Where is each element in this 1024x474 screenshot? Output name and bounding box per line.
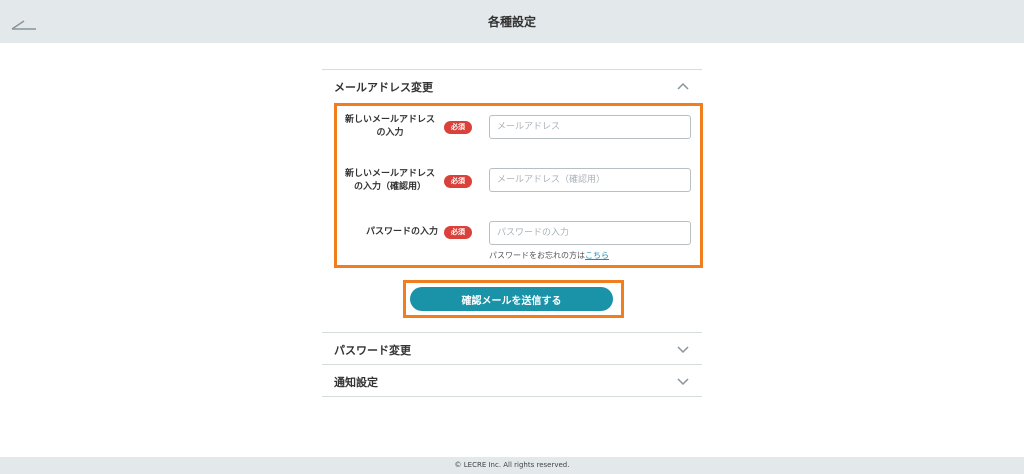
section-password-title: パスワード変更 [334, 344, 411, 357]
confirm-email-input[interactable] [489, 168, 691, 192]
chevron-down-icon [677, 346, 689, 354]
copyright-text: © LECRE Inc. All rights reserved. [454, 461, 570, 469]
chevron-up-icon [677, 82, 689, 90]
section-notification-settings[interactable]: 通知設定 [322, 364, 702, 396]
required-badge: 必須 [444, 175, 472, 188]
top-header: 各種設定 [0, 0, 1024, 43]
forgot-password-text: パスワードをお忘れの方はこちら [489, 250, 609, 261]
password-input[interactable] [489, 221, 691, 245]
divider [322, 396, 702, 397]
chevron-down-icon [677, 378, 689, 386]
field-label-password: パスワードの入力 [365, 227, 438, 237]
section-email-change[interactable]: メールアドレス変更 [322, 69, 702, 101]
forgot-password-link[interactable]: こちら [585, 251, 609, 260]
required-badge: 必須 [444, 121, 472, 134]
section-email-title: メールアドレス変更 [334, 81, 433, 94]
send-confirmation-button[interactable]: 確認メールを送信する [410, 287, 613, 311]
required-badge: 必須 [444, 226, 472, 239]
field-label-new-email: 新しいメールアドレスの入力 [344, 115, 435, 138]
field-label-confirm-email: 新しいメールアドレスの入力（確認用） [344, 169, 435, 192]
page-title: 各種設定 [487, 15, 536, 29]
forgot-password-prefix: パスワードをお忘れの方は [489, 251, 585, 260]
footer: © LECRE Inc. All rights reserved. [0, 457, 1024, 474]
new-email-input[interactable] [489, 115, 691, 139]
section-notify-title: 通知設定 [334, 376, 378, 389]
section-password-change[interactable]: パスワード変更 [322, 332, 702, 364]
